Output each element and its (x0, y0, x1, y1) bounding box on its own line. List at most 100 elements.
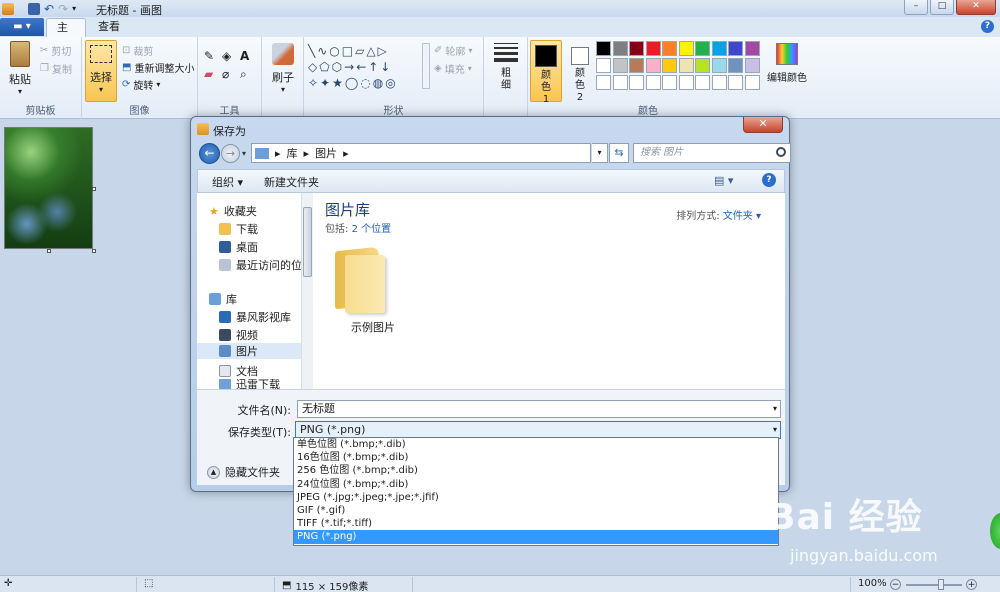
color-swatch[interactable] (744, 41, 760, 56)
zoom-out-button[interactable]: − (890, 579, 901, 590)
locations-link[interactable]: 2 个位置 (352, 224, 392, 235)
filetype-option[interactable]: 24位位图 (*.bmp;*.dib) (294, 478, 778, 491)
cut-button[interactable]: ✂ 剪切 (40, 43, 71, 58)
color-swatch[interactable] (596, 75, 611, 90)
select-button[interactable]: 选择 ▾ (85, 40, 117, 102)
hide-folders-button[interactable]: ▲ 隐藏文件夹 (207, 464, 280, 480)
zoom-slider[interactable] (906, 584, 962, 586)
help-icon[interactable]: ? (762, 173, 776, 187)
address-bar[interactable]: ▸ 库 ▸ 图片 ▸ (251, 143, 591, 163)
resize-handle-corner[interactable] (92, 249, 96, 253)
resize-handle-right[interactable] (92, 187, 96, 191)
zoom-in-button[interactable]: + (966, 579, 977, 590)
color-swatch[interactable] (596, 41, 611, 56)
color-swatch[interactable] (744, 75, 760, 90)
color-swatch[interactable] (711, 58, 727, 73)
folder-sample-pictures[interactable]: 示例图片 (323, 319, 423, 335)
rotate-button[interactable]: ⟳ 旋转 ▾ (122, 77, 160, 92)
nav-videos[interactable]: 视频 (219, 327, 258, 343)
history-dropdown-icon[interactable]: ▾ (242, 149, 246, 158)
chevron-down-icon[interactable]: ▾ (773, 401, 777, 417)
edit-colors-button[interactable]: 编辑颜色 (764, 43, 810, 84)
color-swatch[interactable] (695, 58, 710, 73)
brushes-button[interactable]: 刷子 ▾ (267, 43, 299, 94)
filetype-option[interactable]: JPEG (*.jpg;*.jpeg;*.jpe;*.jfif) (294, 491, 778, 504)
nav-libraries[interactable]: 库 (209, 291, 237, 307)
filetype-option[interactable]: 单色位图 (*.bmp;*.dib) (294, 438, 778, 451)
folder-icon[interactable] (331, 241, 393, 313)
tab-view[interactable]: 查看 (88, 18, 130, 37)
nav-documents[interactable]: 文档 (219, 363, 258, 379)
color-swatch[interactable] (711, 75, 727, 90)
copy-button[interactable]: ❐ 复制 (40, 61, 72, 76)
outline-button[interactable]: ✐ 轮廓 ▾ (434, 43, 472, 58)
text-tool-icon[interactable]: A (240, 49, 256, 63)
color-swatch[interactable] (695, 75, 710, 90)
color-swatch[interactable] (678, 41, 694, 56)
color-swatch[interactable] (728, 75, 743, 90)
size-button[interactable]: 粗细 (490, 43, 522, 92)
undo-icon[interactable]: ↶ (44, 2, 54, 16)
redo-icon[interactable]: ↷ (58, 2, 68, 16)
help-icon[interactable]: ? (981, 20, 994, 33)
forward-button[interactable]: → (221, 144, 240, 163)
filename-input[interactable]: 无标题 ▾ (297, 400, 781, 418)
breadcrumb-pictures[interactable]: 图片 (315, 145, 337, 161)
color-swatch[interactable] (662, 58, 677, 73)
new-folder-button[interactable]: 新建文件夹 (264, 174, 319, 190)
filetype-option[interactable]: 256 色位图 (*.bmp;*.dib) (294, 464, 778, 477)
color-swatch[interactable] (629, 75, 644, 90)
zoom-slider-thumb[interactable] (938, 579, 944, 590)
filetype-option[interactable]: GIF (*.gif) (294, 504, 778, 517)
color1-button[interactable]: 颜色 1 (530, 40, 562, 105)
customize-qat-icon[interactable]: ▾ (72, 4, 76, 13)
minimize-button[interactable]: – (904, 0, 928, 15)
chevron-down-icon[interactable]: ▾ (773, 422, 777, 438)
color-swatch[interactable] (612, 41, 628, 56)
save-icon[interactable] (28, 2, 40, 15)
filetype-option[interactable]: PNG (*.png) (294, 530, 778, 544)
fill-button[interactable]: ◈ 填充 ▾ (434, 61, 472, 76)
nav-baofeng-library[interactable]: 暴风影视库 (219, 309, 291, 325)
breadcrumb-library[interactable]: 库 (287, 145, 298, 161)
paint-menu-button[interactable]: ▬ ▾ (0, 18, 44, 36)
color-swatch[interactable] (678, 75, 694, 90)
back-button[interactable]: ← (199, 143, 220, 164)
color-swatch[interactable] (662, 41, 677, 56)
color-swatch[interactable] (728, 41, 743, 56)
magnifier-icon[interactable]: ⌕ (240, 67, 256, 82)
color-swatch[interactable] (596, 58, 611, 73)
color-swatch[interactable] (662, 75, 677, 90)
color-swatch[interactable] (695, 41, 710, 56)
crop-button[interactable]: ⊡ 裁剪 (122, 43, 153, 58)
arrange-by-dropdown[interactable]: 文件夹 ▾ (723, 211, 761, 222)
color-swatch[interactable] (645, 58, 661, 73)
shapes-scroll[interactable] (422, 43, 430, 89)
pencil-icon[interactable]: ✎ (204, 49, 220, 63)
address-dropdown-button[interactable]: ▾ (592, 143, 608, 163)
color-swatch[interactable] (645, 41, 661, 56)
color-swatch[interactable] (645, 75, 661, 90)
color-swatch[interactable] (629, 41, 644, 56)
color-swatch[interactable] (678, 58, 694, 73)
tab-home[interactable]: 主页 (46, 18, 86, 52)
filetype-option[interactable]: TIFF (*.tif;*.tiff) (294, 517, 778, 530)
view-options-icon[interactable]: ▤ ▾ (714, 174, 733, 187)
resize-button[interactable]: ⬒ 重新调整大小 (122, 60, 194, 75)
nav-pictures[interactable]: 图片 (197, 343, 301, 359)
organize-button[interactable]: 组织 ▾ (212, 174, 243, 190)
nav-scroll-thumb[interactable] (303, 207, 312, 277)
nav-desktop[interactable]: 桌面 (219, 239, 258, 255)
color-swatch[interactable] (629, 58, 644, 73)
resize-handle-bottom[interactable] (47, 249, 51, 253)
dialog-close-button[interactable]: ✕ (743, 117, 783, 133)
color-swatch[interactable] (728, 58, 743, 73)
nav-recent-places[interactable]: 最近访问的位置 (219, 257, 313, 273)
search-input[interactable]: 搜索 图片 (633, 143, 791, 163)
color-swatch[interactable] (612, 75, 628, 90)
shapes-gallery[interactable]: ╲∿○□▱△▷ ◇⬠⬡→←↑↓ ✧✦★◯◌◍◎ (308, 43, 424, 91)
color-swatch[interactable] (711, 41, 727, 56)
nav-xunlei-downloads[interactable]: 迅雷下载 (219, 379, 280, 389)
nav-favorites[interactable]: ★ 收藏夹 (209, 203, 257, 219)
paste-button[interactable]: 粘贴 ▾ (4, 41, 36, 96)
